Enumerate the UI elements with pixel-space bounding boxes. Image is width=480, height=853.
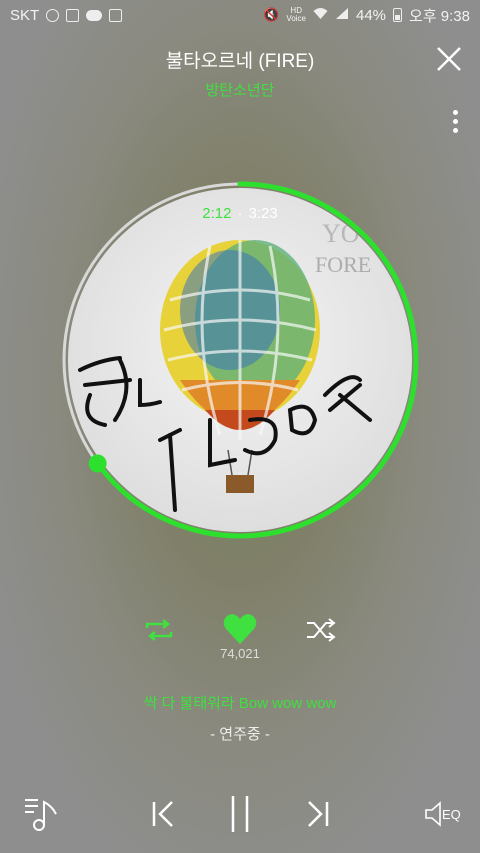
battery-percent: 44% [356,6,387,24]
previous-button[interactable] [150,800,176,833]
repeat-icon [145,619,173,641]
like-count: 74,021 [220,646,260,661]
playing-status: - 연주중 - [210,726,270,743]
talk-icon [86,9,103,21]
status-bar: SKT 🔇 HD Voice 44% 오후 9:38 [0,0,480,30]
bottom-controls: EQ [0,790,480,840]
eq-button[interactable]: EQ [424,800,461,828]
time-separator: · [237,205,243,222]
more-vertical-icon [450,110,460,133]
status-bar-right: 🔇 HD Voice 44% 오후 9:38 [263,5,470,26]
album-art-disc[interactable]: YO FORE [60,180,420,540]
elapsed-time: 2:12 [202,205,232,222]
signal-icon [335,7,349,24]
close-button[interactable] [434,44,464,74]
album-art: YO FORE [62,181,419,539]
heart-icon [223,614,257,644]
next-button[interactable] [305,800,331,833]
total-time: 3:23 [248,205,278,222]
playlist-button[interactable] [22,796,60,837]
progress-handle[interactable] [88,454,107,473]
svg-text:FORE: FORE [315,252,371,277]
playlist-icon [25,799,57,831]
battery-icon [393,8,403,22]
song-title: 불타오르네 (FIRE) [165,51,315,72]
more-options-button[interactable] [450,110,460,138]
download-icon [109,8,123,22]
pause-button[interactable] [228,794,252,839]
voice-label: Voice [286,14,306,23]
previous-icon [152,801,173,827]
mute-icon: 🔇 [263,7,280,22]
gallery-icon [66,8,80,22]
status-bar-left: SKT [10,6,123,24]
repeat-button[interactable] [143,616,175,644]
like-button[interactable] [222,612,258,646]
notification-icon [46,8,60,22]
shuffle-icon [307,618,336,642]
lyric-line[interactable]: 싹 다 불태워라 Bow wow wow [0,692,480,713]
next-icon [308,801,329,827]
eq-label: EQ [442,806,461,822]
time-display: 2:12 · 3:23 [0,205,480,222]
close-icon [437,47,461,71]
wifi-icon [313,7,328,24]
hd-voice-indicator: HD Voice [286,7,306,23]
pause-icon [231,796,249,832]
carrier-label: SKT [10,6,40,24]
shuffle-button[interactable] [305,616,337,644]
eq-icon [425,801,441,827]
clock: 오후 9:38 [409,7,470,25]
artist-name[interactable]: 방탄소년단 [0,79,480,100]
